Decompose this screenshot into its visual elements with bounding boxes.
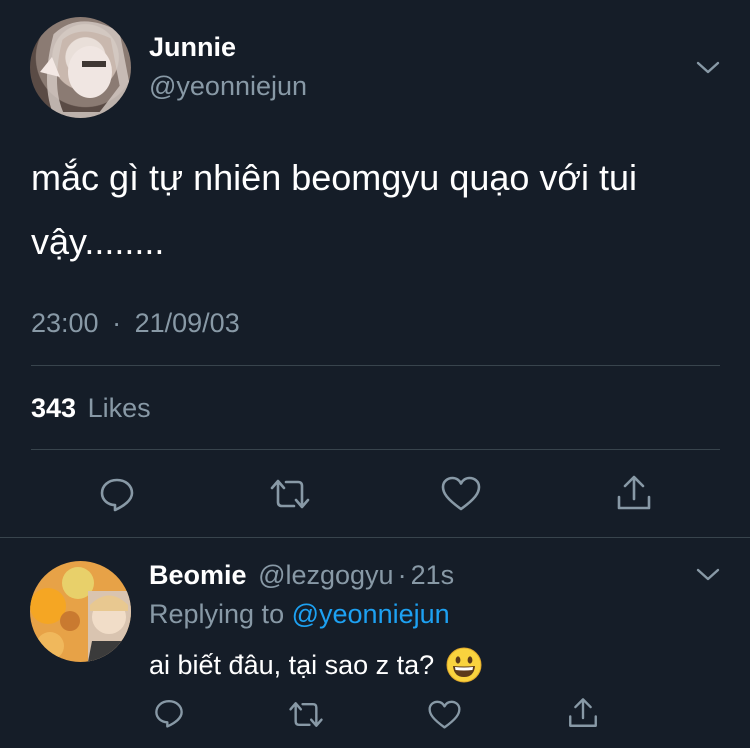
replying-to: Replying to @yeonniejun — [149, 599, 450, 630]
reply-author-handle[interactable]: @lezgogyu — [258, 560, 394, 590]
author-handle[interactable]: @yeonniejun — [149, 71, 307, 102]
tweet-date: 21/09/03 — [134, 308, 240, 338]
chevron-down-icon[interactable] — [695, 58, 721, 78]
divider-middle — [31, 449, 720, 450]
heart-icon[interactable] — [428, 700, 461, 730]
avatar-image — [30, 567, 131, 662]
reply-text-row: ai biết đâu, tại sao z ta? — [149, 647, 482, 683]
reply-separator: · — [397, 560, 407, 590]
retweet-icon[interactable] — [268, 476, 312, 512]
author-name[interactable]: Junnie — [149, 32, 236, 63]
reply-icon[interactable] — [153, 697, 185, 729]
timestamp-separator: · — [112, 308, 122, 338]
reply-text: ai biết đâu, tại sao z ta? — [149, 649, 435, 680]
reply-header: Beomie @lezgogyu · 21s — [149, 560, 454, 591]
tweet-time: 23:00 — [31, 308, 99, 338]
divider-full — [0, 537, 750, 538]
likes-count: 343 — [31, 393, 77, 423]
tweet-text-line2: vậy........ — [31, 221, 165, 262]
divider-top — [31, 365, 720, 366]
grinning-face-emoji-icon — [446, 647, 482, 683]
chevron-down-icon[interactable] — [695, 565, 721, 585]
replying-to-label: Replying to — [149, 599, 285, 629]
tweet-timestamp[interactable]: 23:00 · 21/09/03 — [31, 308, 240, 339]
retweet-icon[interactable] — [287, 699, 325, 730]
avatar-image — [40, 21, 131, 118]
replying-to-handle[interactable]: @yeonniejun — [292, 599, 450, 629]
share-icon[interactable] — [614, 473, 654, 513]
share-icon[interactable] — [566, 696, 600, 730]
likes-summary[interactable]: 343 Likes — [31, 393, 151, 424]
beomie-avatar[interactable] — [30, 561, 131, 662]
reply-author-name[interactable]: Beomie — [149, 560, 247, 590]
junnie-avatar[interactable] — [30, 17, 131, 118]
heart-icon[interactable] — [441, 476, 481, 512]
likes-label: Likes — [87, 393, 151, 423]
reply-age[interactable]: 21s — [411, 560, 455, 590]
tweet-text-line1: mắc gì tự nhiên beomgyu quạo với tui — [31, 157, 638, 198]
reply-icon[interactable] — [98, 475, 136, 513]
